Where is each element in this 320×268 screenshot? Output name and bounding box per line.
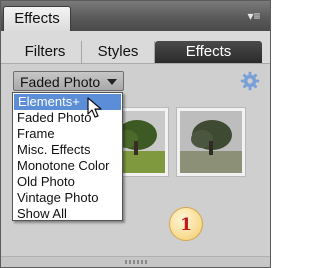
tree-photo-image	[180, 111, 242, 173]
menu-item-monotone-color[interactable]: Monotone Color	[13, 158, 122, 174]
gear-icon[interactable]	[240, 71, 260, 91]
category-dropdown-menu: Elements+ Faded Photo Frame Misc. Effect…	[12, 92, 123, 221]
tab-filters[interactable]: Filters	[9, 41, 81, 63]
effect-thumbnail[interactable]	[176, 107, 246, 177]
effects-panel: Effects ▾≡ Filters Styles Effects Faded …	[0, 0, 271, 268]
panel-menu-icon[interactable]: ▾≡	[246, 9, 262, 23]
mouse-pointer-icon	[87, 97, 102, 118]
tab-effects[interactable]: Effects	[155, 41, 262, 63]
step-number-badge: 1	[169, 207, 203, 241]
menu-item-elements-plus[interactable]: Elements+	[14, 94, 121, 110]
resize-grip-icon[interactable]	[125, 260, 147, 264]
menu-item-vintage-photo[interactable]: Vintage Photo	[13, 190, 122, 206]
chevron-down-icon	[107, 79, 117, 85]
tab-styles[interactable]: Styles	[81, 41, 155, 63]
panel-resize-bar	[1, 256, 270, 267]
panel-title-bar: Effects ▾≡	[1, 1, 270, 31]
menu-item-faded-photo[interactable]: Faded Photo	[13, 110, 122, 126]
menu-item-misc-effects[interactable]: Misc. Effects	[13, 142, 122, 158]
menu-item-show-all[interactable]: Show All	[13, 206, 122, 222]
menu-item-old-photo[interactable]: Old Photo	[13, 174, 122, 190]
category-dropdown-value: Faded Photo	[20, 74, 101, 90]
panel-title-tab[interactable]: Effects	[3, 6, 71, 31]
menu-item-frame[interactable]: Frame	[13, 126, 122, 142]
tab-bar: Filters Styles Effects	[1, 31, 270, 64]
category-dropdown[interactable]: Faded Photo	[13, 71, 124, 91]
